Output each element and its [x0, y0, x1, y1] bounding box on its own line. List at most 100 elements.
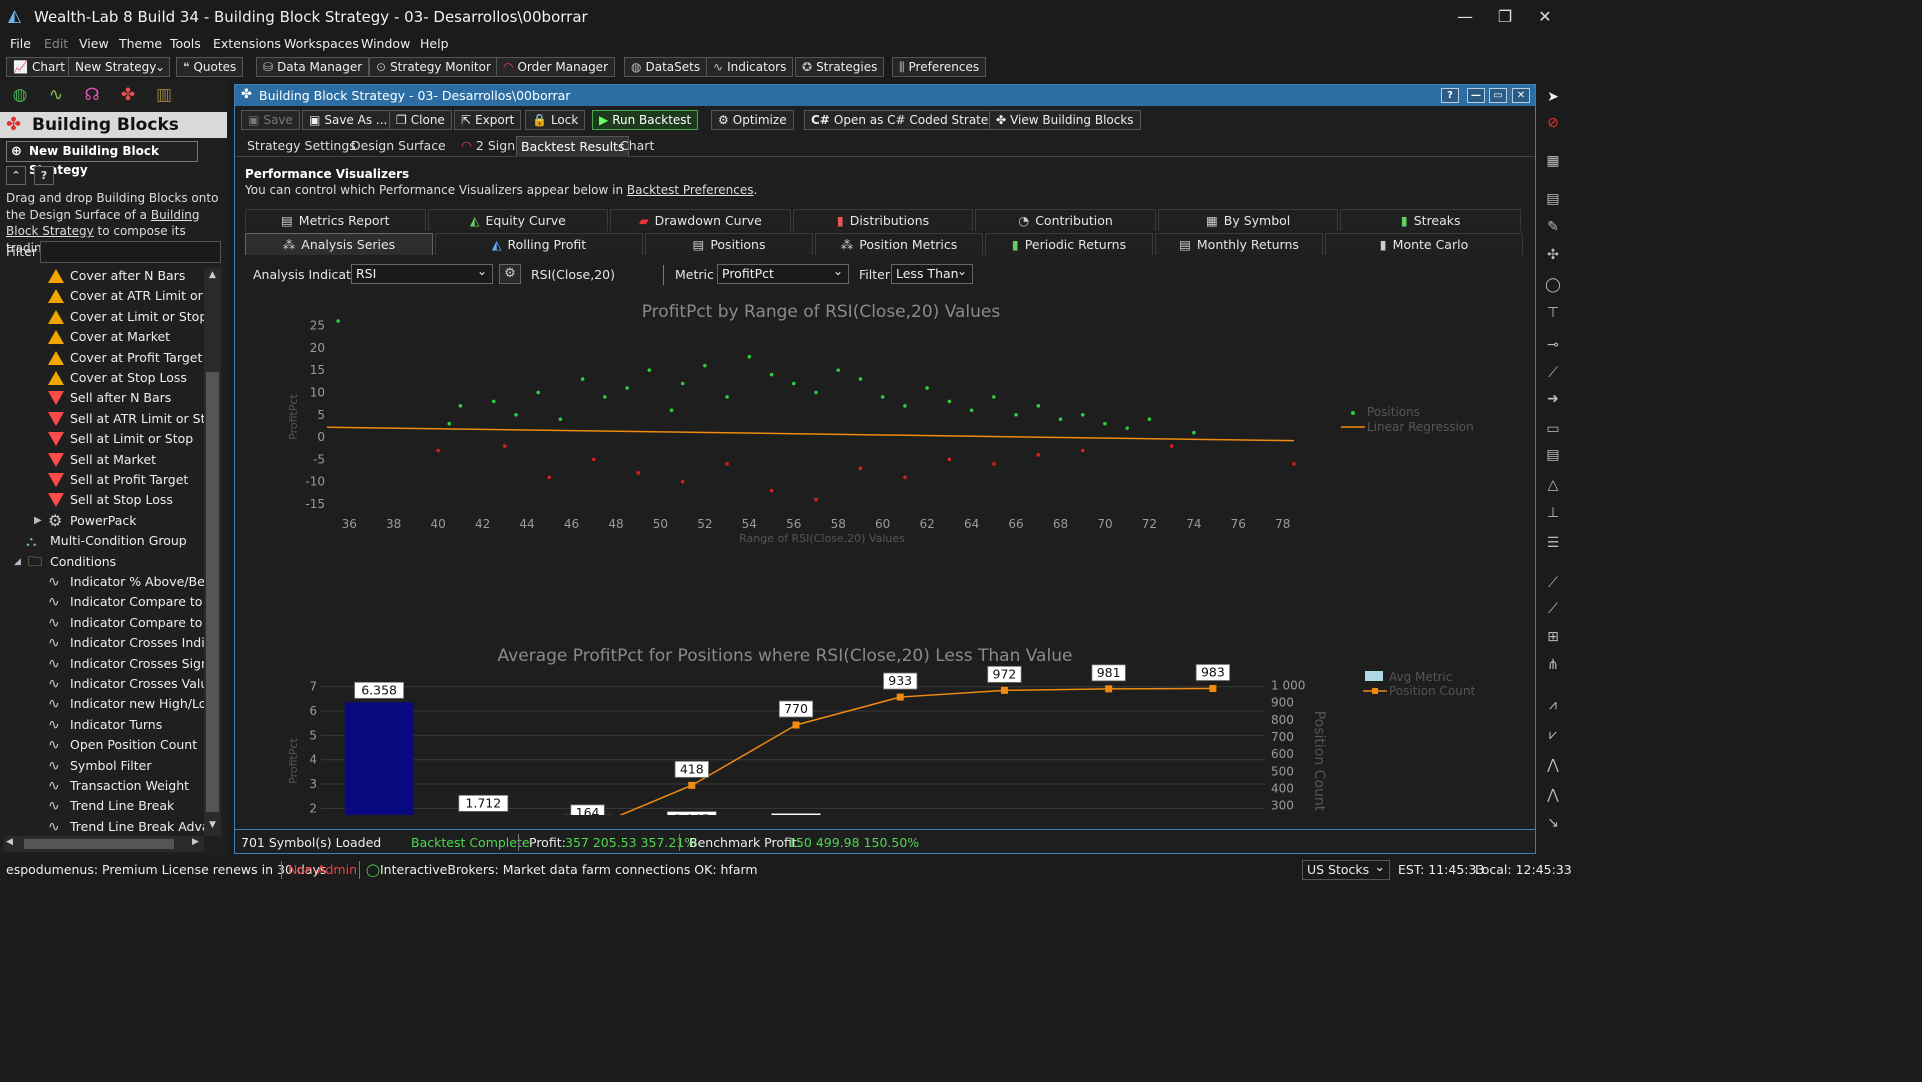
new-strategy-dropdown[interactable]: New Strategy ⌄: [68, 57, 170, 77]
no-entry-icon[interactable]: ⊘: [1542, 112, 1564, 134]
data-manager-button[interactable]: ⛁ Data Manager: [256, 57, 370, 77]
triangle-icon[interactable]: △: [1542, 474, 1564, 496]
line-marker-icon[interactable]: ⊥: [1542, 502, 1564, 524]
save-button[interactable]: ▣ Save: [241, 110, 300, 130]
visualizer-tab[interactable]: ▮ Periodic Returns: [985, 233, 1153, 255]
crosshair-icon[interactable]: ✣: [1542, 244, 1564, 266]
tab-backtest-results[interactable]: Backtest Results: [516, 136, 630, 157]
open-as-csharp-button[interactable]: C# Open as C# Coded Strategy: [804, 110, 1010, 130]
vertical-line-icon[interactable]: ⊤: [1542, 302, 1564, 324]
menu-file[interactable]: File: [10, 36, 31, 51]
horizontal-line-icon[interactable]: ⊸: [1542, 334, 1564, 356]
ray-icon[interactable]: ⟋: [1542, 572, 1564, 594]
chart-button[interactable]: 📈 Chart: [6, 57, 72, 77]
visualizer-tab[interactable]: ▰ Drawdown Curve: [610, 209, 791, 231]
zigzag-icon[interactable]: ⋀: [1542, 754, 1564, 776]
tab-design-surface[interactable]: Design Surface: [347, 136, 450, 157]
backtest-preferences-link[interactable]: Backtest Preferences: [627, 183, 754, 197]
export-button[interactable]: ⇱ Export: [454, 110, 522, 130]
menu-workspaces[interactable]: Workspaces: [284, 36, 359, 51]
order-manager-button[interactable]: ◠ Order Manager: [496, 57, 615, 77]
visualizer-tab[interactable]: ▤ Positions: [645, 233, 813, 255]
visualizer-tab[interactable]: ◭ Rolling Profit: [435, 233, 643, 255]
scroll-up-icon[interactable]: ▲: [206, 270, 219, 282]
trend-line-icon[interactable]: ⟋: [1542, 362, 1564, 384]
ellipse-icon[interactable]: ◯: [1542, 274, 1564, 296]
globe-icon[interactable]: ◍: [8, 85, 32, 107]
text-note-icon[interactable]: ▤: [1542, 444, 1564, 466]
gear-icon[interactable]: ⚙: [499, 264, 521, 284]
clone-button[interactable]: ❐ Clone: [389, 110, 452, 130]
new-building-block-strategy-button[interactable]: ⊕ New Building Block Strategy: [6, 141, 198, 177]
grid-icon[interactable]: ▦: [1542, 150, 1564, 172]
market-select[interactable]: US Stocks ⌄: [1302, 859, 1390, 880]
visualizer-tab[interactable]: ▮ Monte Carlo: [1325, 233, 1523, 255]
preferences-button[interactable]: ⫼ Preferences: [892, 57, 987, 77]
run-backtest-button[interactable]: ▶ Run Backtest: [592, 110, 699, 130]
expand-icon[interactable]: ▶: [34, 511, 42, 531]
pen-icon[interactable]: ✎: [1542, 216, 1564, 238]
collapse-all-button[interactable]: ⌃: [6, 166, 26, 185]
calendar-icon[interactable]: ▤: [1542, 188, 1564, 210]
vertical-scrollbar[interactable]: ▲ ▼: [204, 268, 221, 836]
scroll-left-icon[interactable]: ◀: [6, 837, 13, 847]
scroll-thumb[interactable]: [206, 372, 219, 812]
wave-icon[interactable]: ⩘: [1542, 694, 1564, 716]
help-button[interactable]: ?: [34, 166, 54, 185]
visualizer-tab[interactable]: ⁂ Position Metrics: [815, 233, 983, 255]
filter-select[interactable]: Less Than: [891, 262, 973, 284]
brain-icon[interactable]: ☊: [80, 85, 104, 107]
cycle-icon[interactable]: ⋀: [1542, 784, 1564, 806]
menu-view[interactable]: View: [79, 36, 109, 51]
rectangle-icon[interactable]: ▭: [1542, 418, 1564, 440]
pattern-icon[interactable]: ⊞: [1542, 626, 1564, 648]
doc-minimize-button[interactable]: —: [1467, 88, 1485, 103]
arrow-right-icon[interactable]: ➜: [1542, 388, 1564, 410]
scroll-thumb[interactable]: [24, 839, 174, 849]
menu-extensions[interactable]: Extensions: [213, 36, 281, 51]
quotes-button[interactable]: ❝ Quotes: [176, 57, 244, 77]
visualizer-tab[interactable]: ▤ Monthly Returns: [1155, 233, 1323, 255]
fork-icon[interactable]: ⋔: [1542, 654, 1564, 676]
channel-icon[interactable]: ☰: [1542, 532, 1564, 554]
doc-close-button[interactable]: ✕: [1512, 88, 1530, 103]
indicator-select[interactable]: RSI: [351, 262, 493, 284]
minimize-button[interactable]: —: [1452, 6, 1478, 28]
measure-icon[interactable]: ↘: [1542, 812, 1564, 834]
filter-input[interactable]: [40, 241, 221, 263]
doc-help-button[interactable]: ?: [1441, 88, 1459, 103]
visualizer-tab[interactable]: ▮ Streaks: [1340, 209, 1521, 231]
indicators-button[interactable]: ∿ Indicators: [706, 57, 794, 77]
menu-edit[interactable]: Edit: [44, 36, 68, 51]
save-as-button[interactable]: ▣ Save As ...: [302, 110, 395, 130]
metric-select[interactable]: ProfitPct: [717, 262, 849, 284]
visualizer-tab[interactable]: ⁂ Analysis Series: [245, 233, 433, 255]
visualizer-tab[interactable]: ◔ Contribution: [975, 209, 1156, 231]
tab-chart[interactable]: Chart: [616, 136, 658, 157]
strategy-monitor-button[interactable]: ⊙ Strategy Monitor: [369, 57, 498, 77]
visualizer-tab[interactable]: ▤ Metrics Report: [245, 209, 426, 231]
building-blocks-icon[interactable]: ✤: [116, 85, 140, 107]
scroll-right-icon[interactable]: ▶: [192, 837, 199, 847]
tab-strategy-settings[interactable]: Strategy Settings: [243, 136, 360, 157]
visualizer-tab[interactable]: ▮ Distributions: [792, 209, 974, 231]
menu-tools[interactable]: Tools: [170, 36, 201, 51]
optimize-button[interactable]: ⚙ Optimize: [711, 110, 794, 130]
collapse-icon[interactable]: ◢: [14, 552, 21, 572]
library-icon[interactable]: ▥: [152, 85, 176, 107]
view-building-blocks-button[interactable]: ✤ View Building Blocks: [989, 110, 1141, 130]
doc-maximize-button[interactable]: ▭: [1489, 88, 1507, 103]
datasets-button[interactable]: ◍ DataSets: [624, 57, 708, 77]
visualizer-tab[interactable]: ▦ By Symbol: [1157, 209, 1339, 231]
menu-window[interactable]: Window: [361, 36, 410, 51]
visualizer-tab[interactable]: ◭ Equity Curve: [427, 209, 609, 231]
gann-icon[interactable]: ⟋: [1542, 598, 1564, 620]
close-window-button[interactable]: ✕: [1532, 6, 1558, 28]
menu-help[interactable]: Help: [420, 36, 449, 51]
strategies-button[interactable]: ✪ Strategies: [795, 57, 885, 77]
menu-theme[interactable]: Theme: [119, 36, 162, 51]
scroll-down-icon[interactable]: ▼: [206, 820, 219, 832]
restore-button[interactable]: ❐: [1492, 6, 1518, 28]
indicator-icon[interactable]: ∿: [44, 85, 68, 107]
cursor-icon[interactable]: ➤: [1542, 86, 1564, 108]
